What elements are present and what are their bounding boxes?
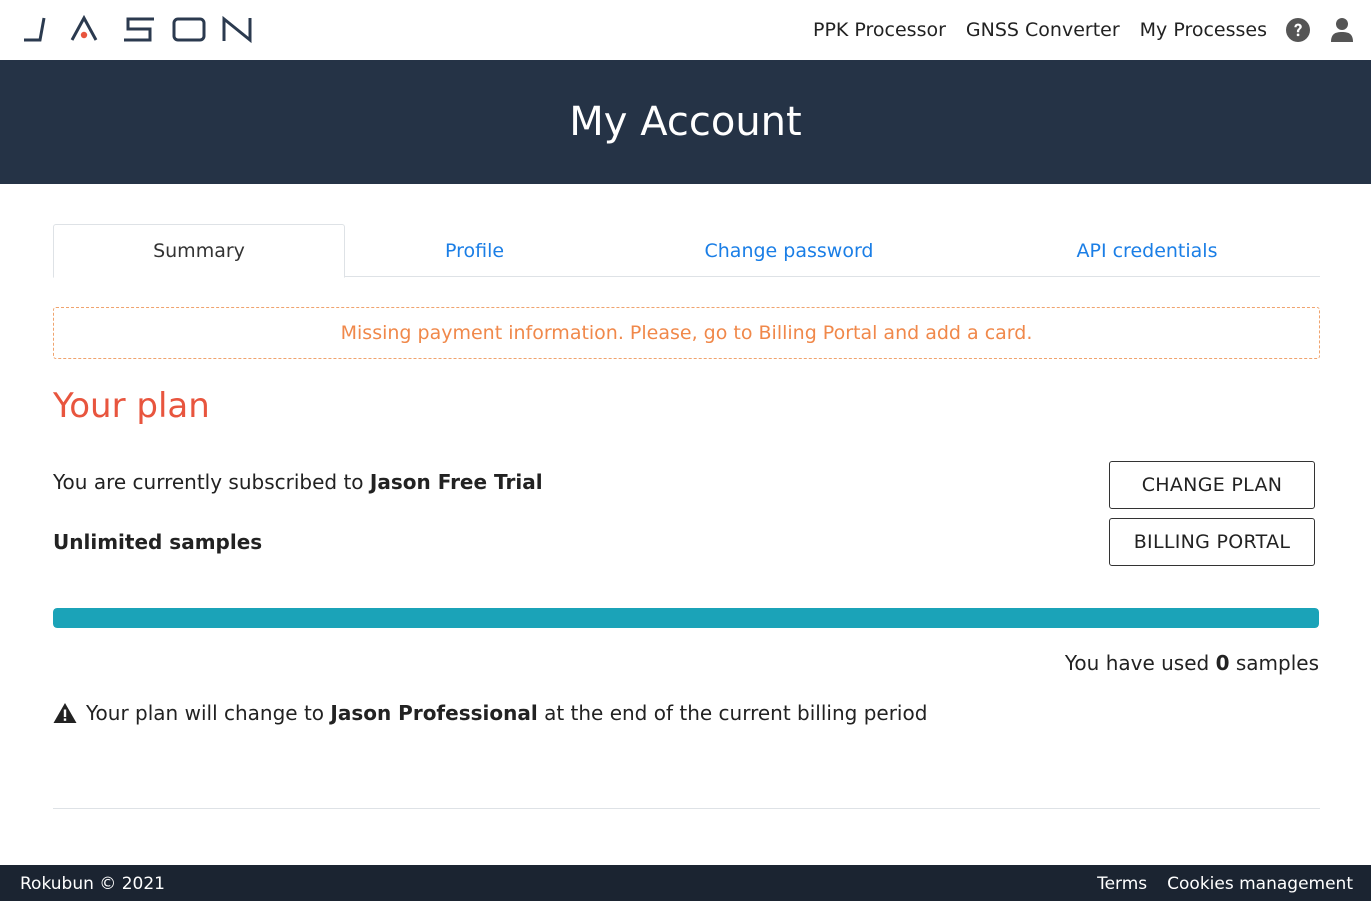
nav-ppk-processor[interactable]: PPK Processor [813, 19, 946, 41]
page-title: My Account [569, 99, 802, 145]
samples-allowance: Unlimited samples [53, 530, 263, 554]
used-count: 0 [1215, 651, 1230, 675]
usage-progress-bar [53, 608, 1319, 628]
cookies-management-link[interactable]: Cookies management [1167, 874, 1353, 894]
footer-links: Terms Cookies management [1077, 874, 1353, 894]
account-tabs: Summary Profile Change password API cred… [53, 224, 1320, 278]
plan-change-notice: Your plan will change to Jason Professio… [53, 701, 927, 725]
tab-api-credentials[interactable]: API credentials [974, 224, 1320, 277]
subscription-text: You are currently subscribed to Jason Fr… [53, 470, 543, 494]
samples-used-text: You have used 0 samples [1065, 651, 1319, 675]
alert-text: Missing payment information. Please, go … [340, 322, 1033, 344]
your-plan-heading: Your plan [53, 386, 210, 426]
change-suffix: at the end of the current billing period [544, 701, 928, 725]
warning-triangle-icon [53, 703, 77, 723]
top-navbar: PPK Processor GNSS Converter My Processe… [0, 0, 1371, 60]
section-divider [53, 808, 1320, 809]
jason-logo[interactable] [22, 14, 254, 46]
terms-link[interactable]: Terms [1097, 874, 1147, 894]
nav-gnss-converter[interactable]: GNSS Converter [966, 19, 1120, 41]
usage-progress-fill [53, 608, 1319, 628]
user-icon[interactable] [1329, 17, 1355, 43]
nav-links: PPK Processor GNSS Converter My Processe… [793, 0, 1371, 60]
tab-profile[interactable]: Profile [345, 224, 604, 277]
page-header-banner: My Account [0, 60, 1371, 184]
nav-my-processes[interactable]: My Processes [1140, 19, 1267, 41]
tab-change-password[interactable]: Change password [604, 224, 974, 277]
next-plan-name: Jason Professional [330, 701, 538, 725]
billing-portal-button[interactable]: BILLING PORTAL [1109, 518, 1315, 566]
current-plan-name: Jason Free Trial [369, 470, 543, 494]
payment-warning-alert: Missing payment information. Please, go … [53, 307, 1320, 359]
change-prefix: Your plan will change to [86, 701, 325, 725]
tab-summary[interactable]: Summary [53, 224, 345, 278]
used-prefix: You have used [1064, 651, 1216, 675]
change-plan-button[interactable]: CHANGE PLAN [1109, 461, 1315, 509]
subscription-prefix: You are currently subscribed to [53, 470, 370, 494]
used-suffix: samples [1229, 651, 1319, 675]
question-circle-icon[interactable] [1285, 17, 1311, 43]
footer: Rokubun © 2021 Terms Cookies management [0, 865, 1371, 901]
copyright-text: Rokubun © 2021 [20, 874, 165, 894]
